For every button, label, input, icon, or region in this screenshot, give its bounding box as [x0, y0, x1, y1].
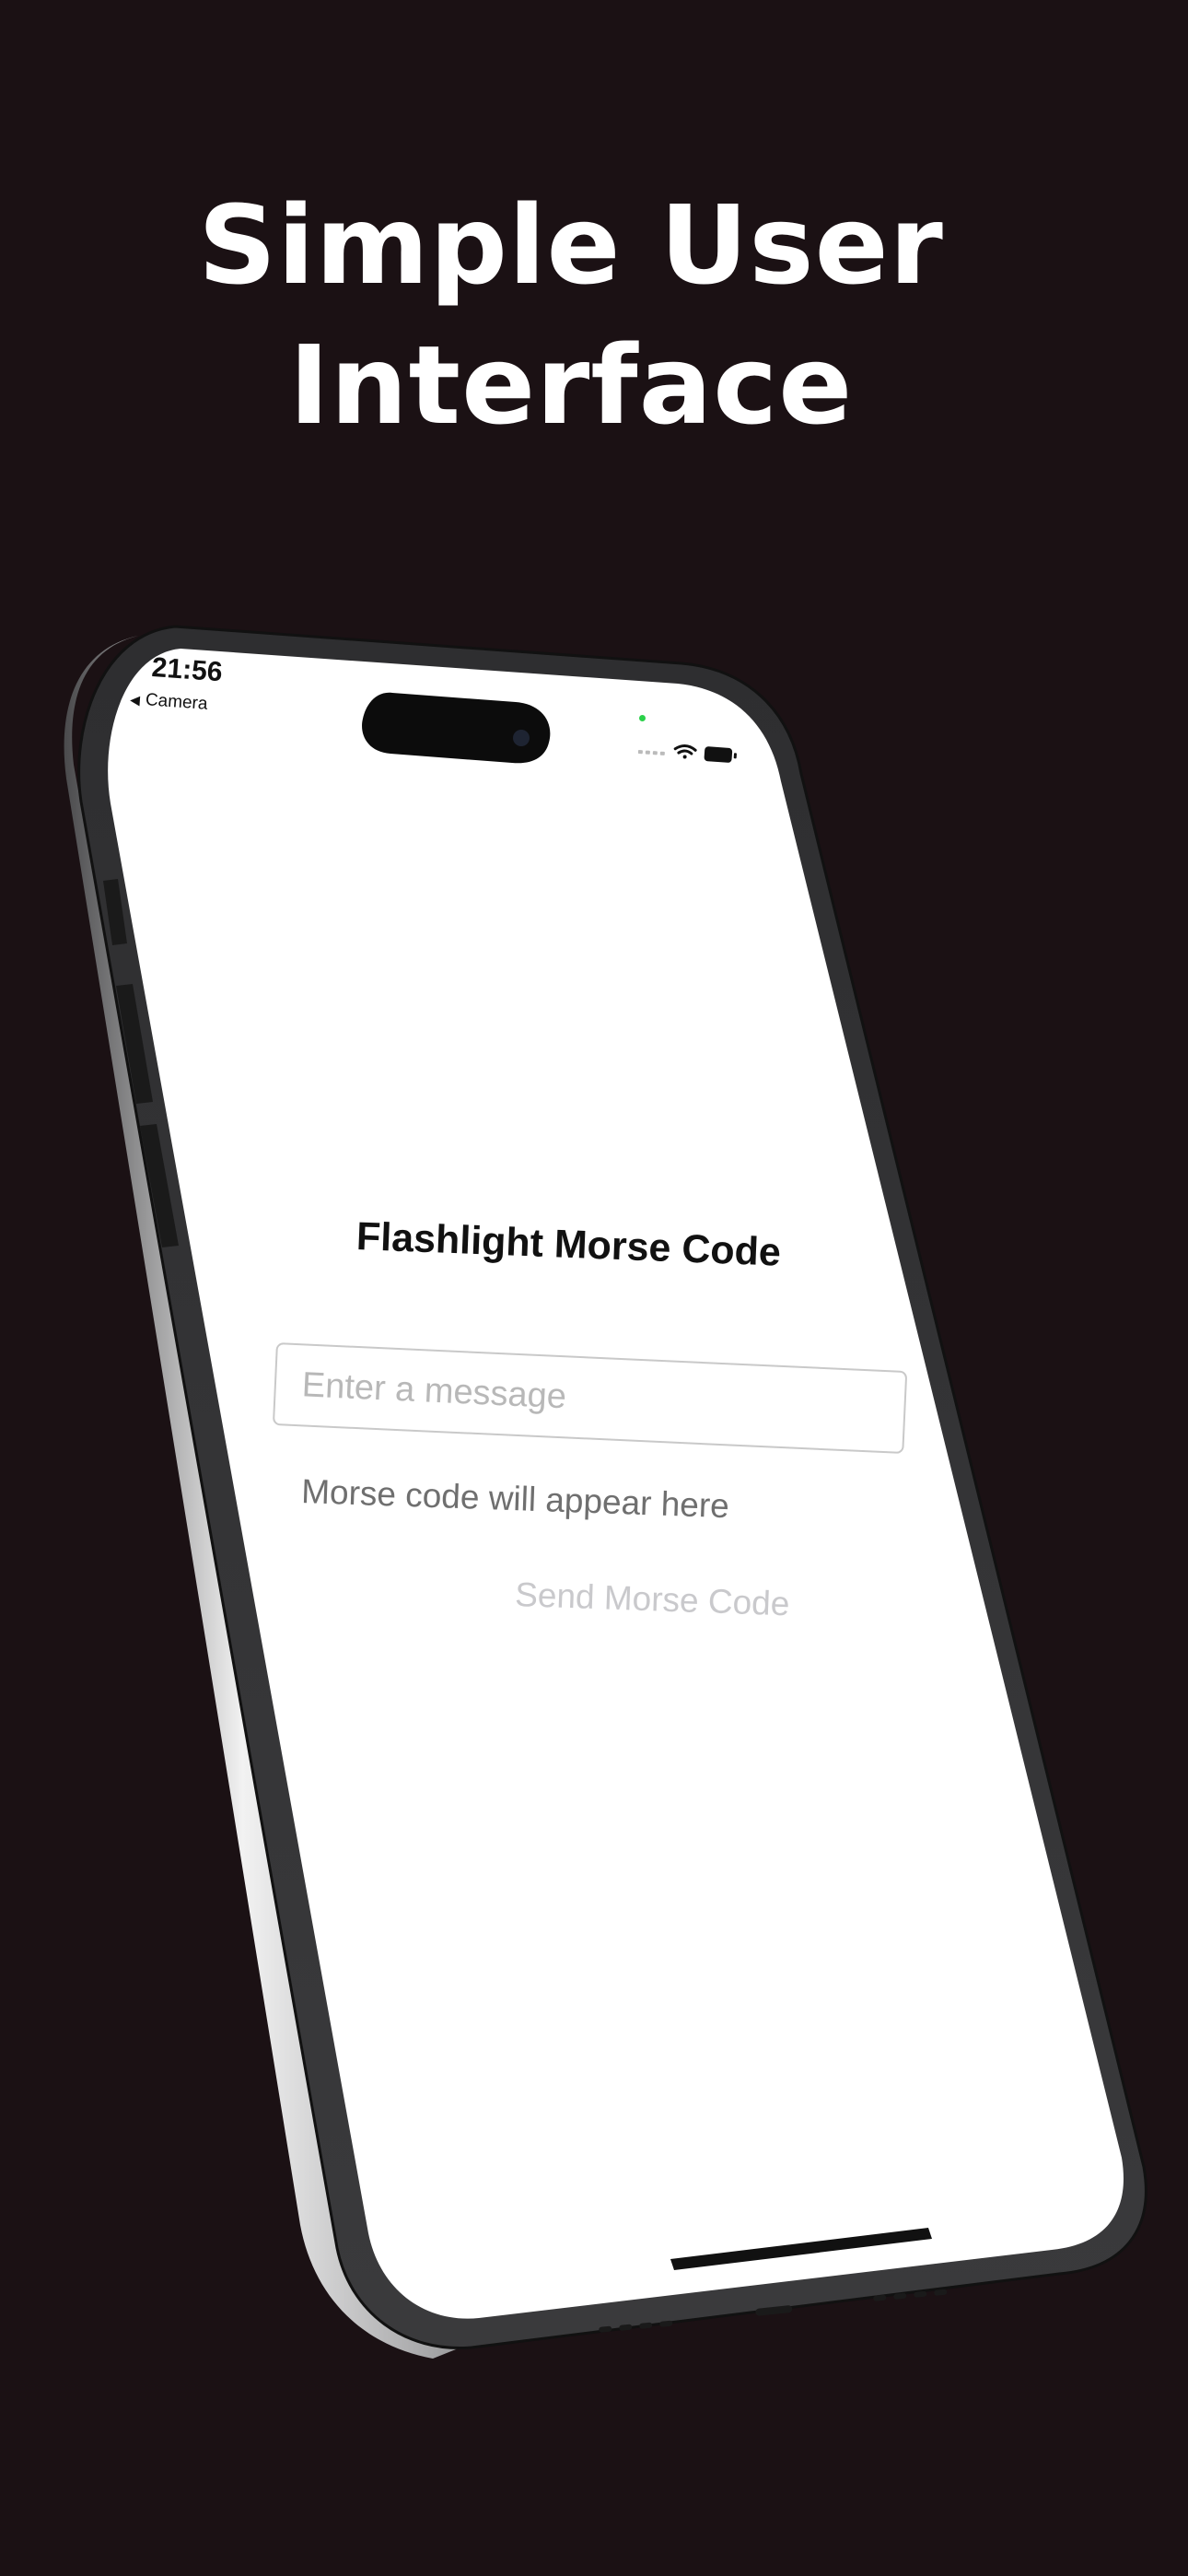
wifi-icon — [673, 744, 697, 759]
phone-frame — [64, 625, 1147, 2359]
camera-in-use-indicator — [639, 715, 646, 721]
back-to-app-label: Camera — [145, 690, 209, 714]
battery-icon — [704, 746, 737, 763]
front-camera — [513, 730, 530, 746]
back-arrow-icon: ◀ — [129, 691, 141, 708]
status-time: 21:56 — [150, 652, 224, 688]
phone-mockup: 21:56 ◀Camera Flashlight Morse Code Mors… — [0, 0, 1188, 2576]
signal-icon — [637, 750, 665, 755]
dynamic-island — [362, 692, 551, 764]
